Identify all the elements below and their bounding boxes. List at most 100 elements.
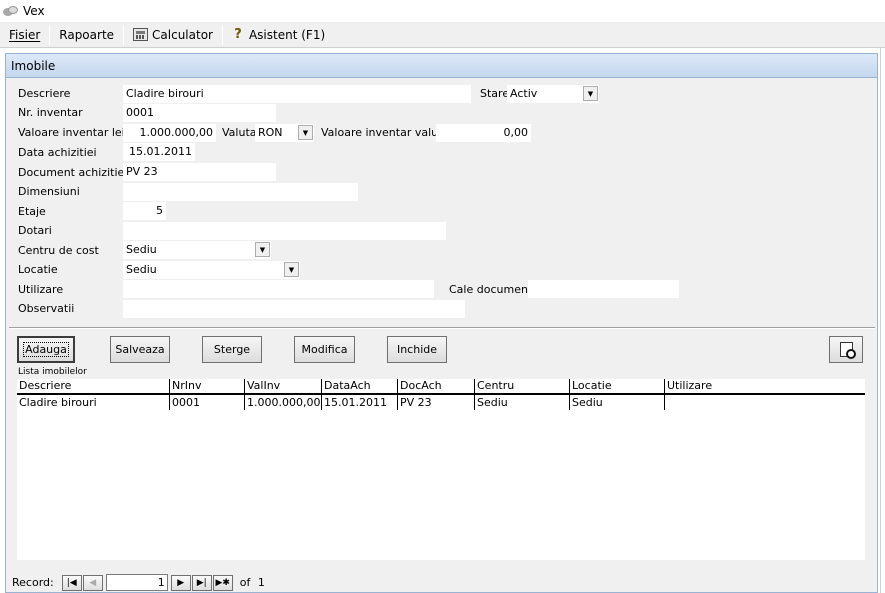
menu-calculator[interactable]: Calculator <box>124 24 222 46</box>
valoare-valuta-field[interactable]: 0,00 <box>436 124 531 142</box>
data-achizitiei-label: Data achizitiei <box>18 146 97 159</box>
stare-value: Activ <box>510 87 538 100</box>
cell-locatie: Sediu <box>569 395 664 410</box>
list-caption: Lista imobilelor <box>18 367 87 377</box>
cell-nrinv: 0001 <box>169 395 244 410</box>
observatii-label: Observatii <box>18 302 75 315</box>
column-header-locatie[interactable]: Locatie <box>569 379 664 393</box>
print-preview-button[interactable] <box>829 336 863 363</box>
descriere-field[interactable]: Cladire birouri <box>123 85 471 103</box>
menu-asistent-label: Asistent (F1) <box>248 27 326 42</box>
valoare-valuta-label: Valoare inventar valuta <box>321 126 450 139</box>
column-header-nrinv[interactable]: NrInv <box>169 379 244 393</box>
grid-header: Descriere NrInv ValInv DataAch DocAch Ce… <box>17 379 865 395</box>
window-edge <box>880 48 885 593</box>
new-record-button[interactable]: ▶✱ <box>212 574 233 591</box>
column-header-descriere[interactable]: Descriere <box>17 379 169 393</box>
record-label: Record: <box>12 576 54 589</box>
chevron-down-icon[interactable]: ▼ <box>255 242 270 257</box>
title-bar: Vex <box>0 0 885 22</box>
chevron-down-icon[interactable]: ▼ <box>583 86 598 101</box>
locatie-value: Sediu <box>126 263 157 276</box>
etaje-label: Etaje <box>18 205 46 218</box>
column-header-utilizare[interactable]: Utilizare <box>664 379 764 393</box>
question-help-icon: ? <box>234 26 242 42</box>
cale-documente-field[interactable] <box>528 280 679 298</box>
menu-asistent[interactable]: ? Asistent (F1) <box>223 24 334 46</box>
dotari-field[interactable] <box>123 222 446 240</box>
column-header-valinv[interactable]: ValInv <box>244 379 321 393</box>
stare-label: Stare <box>480 87 510 100</box>
etaje-field[interactable]: 5 <box>123 202 166 220</box>
next-record-icon: ▶ <box>177 577 185 588</box>
cell-dataach: 15.01.2011 <box>321 395 397 410</box>
previous-record-icon: ◀ <box>89 577 97 588</box>
sterge-button[interactable]: Sterge <box>202 336 262 363</box>
previous-record-button[interactable]: ◀ <box>82 574 103 591</box>
data-achizitiei-field[interactable]: 15.01.2011 <box>123 143 195 161</box>
cell-valinv: 1.000.000,00 <box>244 395 321 410</box>
locatie-dropdown[interactable]: Sediu ▼ <box>123 261 300 279</box>
table-row[interactable]: Cladire birouri 0001 1.000.000,00 15.01.… <box>17 395 865 410</box>
menu-fisier-label: Fisier <box>9 27 41 42</box>
centru-cost-dropdown[interactable]: Sediu ▼ <box>123 241 271 259</box>
observatii-field[interactable] <box>123 300 465 318</box>
column-header-docach[interactable]: DocAch <box>397 379 474 393</box>
nr-inventar-field[interactable]: 0001 <box>123 104 276 122</box>
last-record-icon: ▶| <box>196 577 207 588</box>
first-record-button[interactable]: |◀ <box>61 574 82 591</box>
modifica-button[interactable]: Modifica <box>294 336 355 363</box>
of-label: of <box>239 576 251 589</box>
cale-documente-label: Cale documente <box>449 283 540 296</box>
imobile-grid[interactable]: Descriere NrInv ValInv DataAch DocAch Ce… <box>17 379 865 560</box>
last-record-button[interactable]: ▶| <box>191 574 212 591</box>
valoare-lei-label: Valoare inventar lei <box>18 126 125 139</box>
column-header-dataach[interactable]: DataAch <box>321 379 397 393</box>
menu-bar: Fisier Rapoarte Calculator ? Asistent (F… <box>0 22 885 48</box>
adauga-button[interactable]: Adauga <box>17 336 75 363</box>
cell-utilizare <box>664 395 764 410</box>
valoare-lei-field[interactable]: 1.000.000,00 <box>123 124 216 142</box>
inchide-button-label: Inchide <box>396 343 438 356</box>
menu-fisier[interactable]: Fisier <box>0 24 49 46</box>
centru-cost-label: Centru de cost <box>18 244 99 257</box>
cell-descriere: Cladire birouri <box>19 396 97 409</box>
salveaza-button-label: Salveaza <box>115 343 165 356</box>
utilizare-field[interactable] <box>123 280 434 298</box>
chevron-down-icon[interactable]: ▼ <box>284 262 299 277</box>
stare-dropdown[interactable]: Activ ▼ <box>507 85 599 103</box>
dimensiuni-label: Dimensiuni <box>18 185 80 198</box>
record-navigator: Record: |◀ ◀ 1 ▶ ▶| ▶✱ of 1 <box>6 573 877 592</box>
nr-inventar-label: Nr. inventar <box>18 106 83 119</box>
modifica-button-label: Modifica <box>301 343 348 356</box>
cell-centru: Sediu <box>474 395 569 410</box>
cell-docach: PV 23 <box>397 395 474 410</box>
menu-rapoarte[interactable]: Rapoarte <box>50 24 123 46</box>
section-divider <box>9 327 875 329</box>
descriere-label: Descriere <box>18 87 71 100</box>
dimensiuni-field[interactable] <box>123 183 358 201</box>
valuta-label: Valuta <box>222 126 257 139</box>
next-record-button[interactable]: ▶ <box>170 574 191 591</box>
record-of-label: of 1 <box>240 576 265 589</box>
menu-rapoarte-label: Rapoarte <box>59 27 115 42</box>
utilizare-label: Utilizare <box>18 283 64 296</box>
imobile-form: Imobile Descriere Cladire birouri Stare … <box>5 53 878 593</box>
new-record-icon: ▶✱ <box>215 577 230 588</box>
document-achizitie-field[interactable]: PV 23 <box>123 163 276 181</box>
first-record-icon: |◀ <box>66 577 77 588</box>
adauga-button-label: Adauga <box>23 342 69 357</box>
valuta-value: RON <box>258 126 283 139</box>
locatie-label: Locatie <box>18 263 58 276</box>
form-title: Imobile <box>6 54 877 78</box>
salveaza-button[interactable]: Salveaza <box>110 336 170 363</box>
dotari-label: Dotari <box>18 224 52 237</box>
chevron-down-icon[interactable]: ▼ <box>298 125 313 140</box>
menu-calculator-label: Calculator <box>152 27 213 42</box>
print-preview-icon <box>839 341 856 359</box>
current-record-input[interactable]: 1 <box>105 574 168 591</box>
column-header-centru[interactable]: Centru <box>474 379 569 393</box>
inchide-button[interactable]: Inchide <box>387 336 447 363</box>
sterge-button-label: Sterge <box>213 343 251 356</box>
valuta-dropdown[interactable]: RON ▼ <box>255 124 314 142</box>
